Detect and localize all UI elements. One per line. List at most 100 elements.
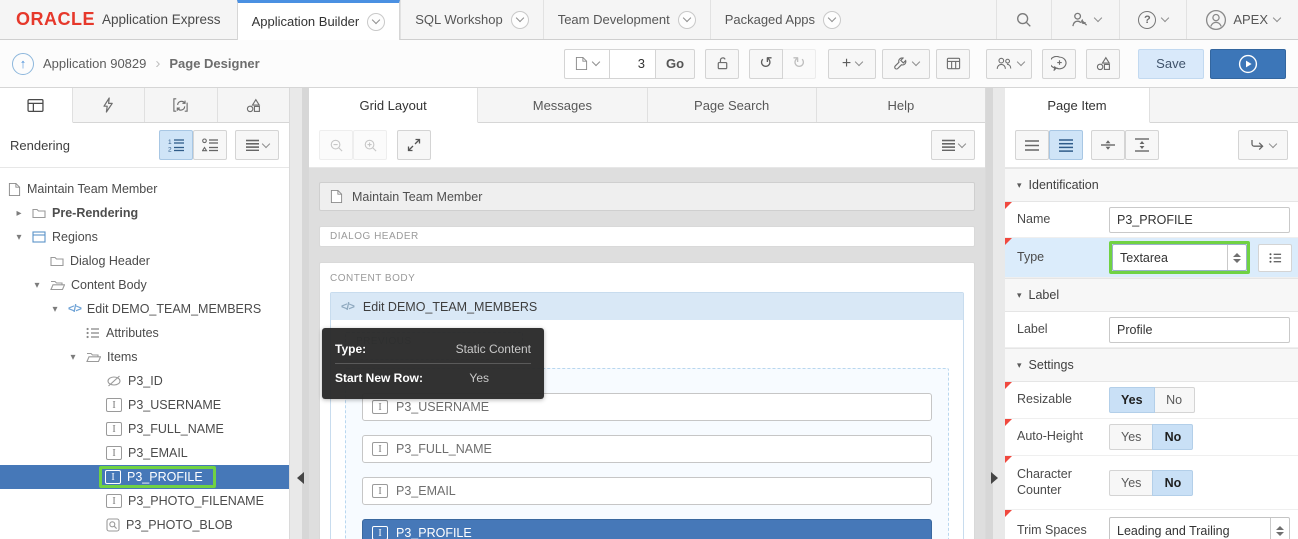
shared-components-button[interactable] [1086,49,1120,79]
left-panel: Rendering 12 Maintain Te [0,88,289,539]
sort-by-order-button[interactable]: 12 [159,130,193,160]
lock-button[interactable] [705,49,739,79]
run-button[interactable] [1210,49,1286,79]
tab-messages[interactable]: Messages [478,88,647,122]
section-label[interactable]: ▾ Label [1005,278,1298,312]
no-option[interactable]: No [1152,424,1193,450]
tree-item-page[interactable]: Maintain Team Member [0,177,289,201]
content-body-slot[interactable]: CONTENT BODY </> Edit DEMO_TEAM_MEMBERS … [319,262,975,539]
dialog-header-slot[interactable]: DIALOG HEADER [319,226,975,247]
no-option[interactable]: No [1152,470,1193,496]
user-menu-button[interactable]: APEX [1186,0,1298,39]
expanded-icon[interactable]: ▾ [12,232,26,243]
tree-item-p3-photo-blob[interactable]: P3_PHOTO_BLOB [0,513,289,537]
tab-team-development[interactable]: Team Development [543,0,710,39]
spinner-icon[interactable] [1270,518,1289,539]
tree-item-p3-email[interactable]: I P3_EMAIL [0,441,289,465]
page-selector-button[interactable] [564,49,610,79]
layout-item-p3-email[interactable]: I P3_EMAIL [362,477,932,505]
chevron-down-icon[interactable] [367,13,385,31]
tree-item-pre-rendering[interactable]: ▸ Pre-Rendering [0,201,289,225]
left-tab-dynamic-actions[interactable] [73,88,146,122]
tree-item-p3-id[interactable]: P3_ID [0,369,289,393]
zoom-out-button[interactable] [319,130,353,160]
zoom-in-button[interactable] [353,130,387,160]
left-tab-shared-components[interactable] [218,88,290,122]
page-number-input[interactable] [610,49,656,79]
tree-item-p3-username[interactable]: I P3_USERNAME [0,393,289,417]
utilities-menu-button[interactable] [882,49,930,79]
tree-item-regions[interactable]: ▾ Regions [0,225,289,249]
collapse-all-button[interactable] [1091,130,1125,160]
collapsed-icon[interactable]: ▸ [12,208,26,219]
expanded-icon[interactable]: ▾ [48,304,62,315]
tree-item-content-body[interactable]: ▾ Content Body [0,273,289,297]
tab-sql-workshop[interactable]: SQL Workshop [400,0,542,39]
tree-item-p3-photo-filename[interactable]: I P3_PHOTO_FILENAME [0,489,289,513]
yes-option[interactable]: Yes [1109,424,1153,450]
sort-by-type-button[interactable] [193,130,227,160]
show-all-button[interactable] [1049,130,1083,160]
chevron-down-icon[interactable] [511,11,529,29]
expanded-icon[interactable]: ▾ [66,352,80,363]
tree-item-p3-full-name[interactable]: I P3_FULL_NAME [0,417,289,441]
section-settings[interactable]: ▾ Settings [1005,348,1298,382]
tree-item-items[interactable]: ▾ Items [0,345,289,369]
create-menu-button[interactable]: + [828,49,876,79]
go-up-icon[interactable]: ↑ [12,53,34,75]
collapse-left-icon[interactable] [297,472,304,484]
tab-grid-layout[interactable]: Grid Layout [309,88,478,123]
search-button[interactable] [996,0,1051,39]
team-development-menu-button[interactable] [986,49,1032,79]
left-tab-processing[interactable] [145,88,218,122]
label-input[interactable] [1109,317,1290,343]
go-button[interactable]: Go [655,49,695,79]
chevron-down-icon[interactable] [678,11,696,29]
collapse-right-icon[interactable] [991,472,998,484]
feedback-button[interactable] [1042,49,1076,79]
section-identification[interactable]: ▾ Identification [1005,168,1298,202]
text-field-icon: I [106,398,122,412]
tree-item-p3-profile-selected[interactable]: I P3_PROFILE [0,465,289,489]
property-row-trim-spaces: Trim Spaces Leading and Trailing [1005,510,1298,539]
yes-option[interactable]: Yes [1109,470,1153,496]
type-select[interactable]: Textarea [1112,244,1247,271]
help-menu-button[interactable]: ? [1119,0,1186,39]
no-option[interactable]: No [1154,387,1195,413]
undo-button[interactable]: ↺ [749,49,783,79]
left-tab-rendering[interactable] [0,88,73,123]
administration-menu-button[interactable] [1051,0,1119,39]
name-input[interactable] [1109,207,1290,233]
tab-page-item[interactable]: Page Item [1005,88,1150,123]
layout-item-p3-full-name[interactable]: I P3_FULL_NAME [362,435,932,463]
expand-layout-button[interactable] [397,130,431,160]
tab-help[interactable]: Help [817,88,985,122]
tab-packaged-apps[interactable]: Packaged Apps [710,0,855,39]
save-button[interactable]: Save [1138,49,1204,79]
expand-all-button[interactable] [1125,130,1159,160]
expanded-icon[interactable]: ▾ [30,280,44,291]
trim-spaces-select[interactable]: Leading and Trailing [1109,517,1290,539]
spinner-icon[interactable] [1227,245,1246,270]
canvas-page-box[interactable]: Maintain Team Member [319,182,975,211]
right-splitter[interactable] [985,88,1005,539]
type-quick-pick-button[interactable] [1258,244,1292,272]
section-expanded-icon: ▾ [1017,180,1022,191]
grid-view-button[interactable] [936,49,970,79]
breadcrumb-application[interactable]: Application 90829 [43,56,146,71]
tree-item-attributes[interactable]: Attributes [0,321,289,345]
left-splitter[interactable] [289,88,309,539]
chevron-down-icon[interactable] [823,11,841,29]
tab-application-builder[interactable]: Application Builder [237,0,401,40]
go-to-menu-button[interactable] [1238,130,1288,160]
yes-option[interactable]: Yes [1109,387,1155,413]
processing-icon [172,97,189,113]
tree-item-region-edit-demo-team-members[interactable]: ▾ </> Edit DEMO_TEAM_MEMBERS [0,297,289,321]
tree-menu-button[interactable] [235,130,279,160]
tree-item-dialog-header[interactable]: Dialog Header [0,249,289,273]
redo-button[interactable]: ↻ [782,49,816,79]
show-common-button[interactable] [1015,130,1049,160]
grid-layout-menu-button[interactable] [931,130,975,160]
tab-page-search[interactable]: Page Search [648,88,817,122]
layout-item-p3-profile-selected[interactable]: I P3_PROFILE [362,519,932,539]
